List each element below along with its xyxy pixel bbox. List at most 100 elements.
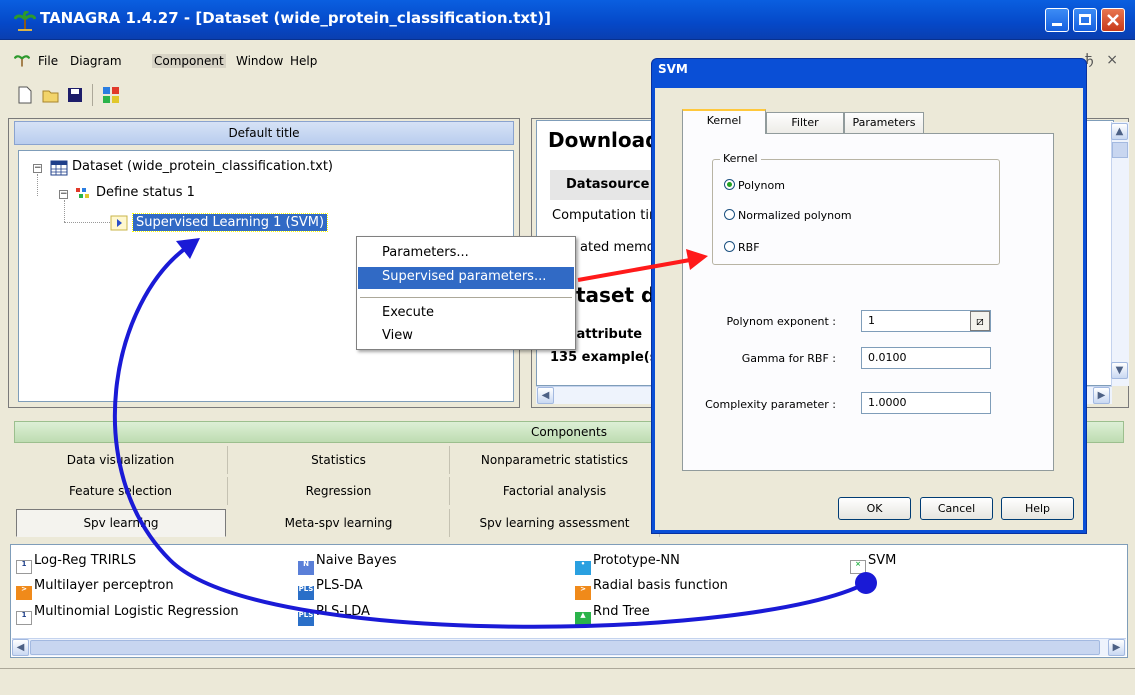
menu-item-execute[interactable]: Execute xyxy=(382,305,434,320)
tab-feature-selection[interactable]: Feature selection xyxy=(14,477,228,505)
network-icon: > xyxy=(16,586,32,600)
scroll-left-button[interactable]: ◀ xyxy=(12,639,29,656)
report-cell: ated memo xyxy=(580,240,655,255)
new-file-icon[interactable] xyxy=(14,84,36,106)
radio-selected-icon xyxy=(724,179,735,190)
component-svm[interactable]: × SVM xyxy=(850,553,896,574)
ok-button[interactable]: OK xyxy=(838,497,911,520)
complexity-label: Complexity parameter : xyxy=(705,398,836,411)
menu-item-parameters[interactable]: Parameters... xyxy=(382,245,469,260)
tab-nonparametric-statistics[interactable]: Nonparametric statistics xyxy=(450,446,660,474)
window-title: TANAGRA 1.4.27 - [Dataset (wide_protein_… xyxy=(40,9,551,27)
table-icon xyxy=(50,160,68,176)
component-prototype-nn[interactable]: • Prototype-NN xyxy=(575,553,680,575)
tab-spv-learning-assessment[interactable]: Spv learning assessment xyxy=(450,509,660,537)
menu-item-view[interactable]: View xyxy=(382,328,413,343)
help-button[interactable]: Help xyxy=(1001,497,1074,520)
scroll-right-button[interactable]: ▶ xyxy=(1093,387,1110,404)
menu-item-supervised-parameters[interactable]: Supervised parameters... xyxy=(382,269,546,284)
tab-statistics[interactable]: Statistics xyxy=(228,446,450,474)
logistic-icon: 1 xyxy=(16,560,32,574)
menu-diagram[interactable]: Diagram xyxy=(70,54,122,68)
report-heading-2: taset d xyxy=(576,283,656,307)
restore-icon xyxy=(1079,14,1091,25)
scroll-thumb[interactable] xyxy=(1112,142,1128,158)
scroll-right-button[interactable]: ▶ xyxy=(1108,639,1125,656)
minimize-button[interactable] xyxy=(1045,8,1069,32)
define-status-icon xyxy=(76,188,89,198)
report-cell: Computation tir xyxy=(552,208,655,223)
radio-normalized-polynom[interactable]: Normalized polynom xyxy=(724,209,852,222)
pls-icon: PLS xyxy=(298,586,314,600)
menu-file[interactable]: File xyxy=(38,54,58,68)
restore-button[interactable] xyxy=(1073,8,1097,32)
collapse-toggle[interactable]: − xyxy=(59,190,68,199)
component-rnd-tree[interactable]: ▲ Rnd Tree xyxy=(575,604,650,626)
component-naive-bayes[interactable]: N Naive Bayes xyxy=(298,553,396,575)
tree-connector xyxy=(64,200,65,222)
execute-diagram-icon[interactable] xyxy=(100,84,122,106)
component-pls-lda[interactable]: PLS PLS-LDA xyxy=(298,604,370,626)
status-bar xyxy=(0,668,1135,695)
tab-factorial-analysis[interactable]: Factorial analysis xyxy=(450,477,660,505)
prototype-icon: • xyxy=(575,561,591,575)
tree-connector xyxy=(64,222,110,223)
radio-polynom[interactable]: Polynom xyxy=(724,179,785,192)
report-attributes: ) attribute xyxy=(566,327,643,342)
close-icon xyxy=(1107,14,1119,26)
radio-icon xyxy=(724,209,735,220)
tab-data-visualization[interactable]: Data visualization xyxy=(14,446,228,474)
tree-icon: ▲ xyxy=(575,612,591,626)
scroll-left-button[interactable]: ◀ xyxy=(537,387,554,404)
menu-help[interactable]: Help xyxy=(290,54,317,68)
open-folder-icon[interactable] xyxy=(40,84,62,106)
component-log-reg-trirls[interactable]: 1 Log-Reg TRIRLS xyxy=(16,553,136,574)
component-multinomial-logistic-regression[interactable]: 1 Multinomial Logistic Regression xyxy=(16,604,239,625)
tree-node-define-status[interactable]: Define status 1 xyxy=(96,185,195,200)
component-pls-da[interactable]: PLS PLS-DA xyxy=(298,578,363,600)
tree-node-dataset[interactable]: Dataset (wide_protein_classification.txt… xyxy=(72,159,333,174)
tree-node-svm[interactable]: Supervised Learning 1 (SVM) xyxy=(131,213,329,232)
component-multilayer-perceptron[interactable]: > Multilayer perceptron xyxy=(16,578,174,600)
scroll-down-button[interactable]: ▼ xyxy=(1111,362,1128,379)
polynom-exponent-label: Polynom exponent : xyxy=(726,315,836,328)
menu-component[interactable]: Component xyxy=(152,54,226,68)
gamma-field[interactable]: 0.0100 xyxy=(861,347,991,369)
report-examples: 135 example(s) xyxy=(550,350,664,365)
tab-kernel[interactable]: Kernel xyxy=(682,109,766,134)
toolbar-separator xyxy=(92,84,93,106)
tab-meta-spv-learning[interactable]: Meta-spv learning xyxy=(228,509,450,537)
supervised-learning-icon xyxy=(110,215,128,231)
collapse-toggle[interactable]: − xyxy=(33,164,42,173)
tree-connector xyxy=(37,174,38,196)
component-radial-basis-function[interactable]: > Radial basis function xyxy=(575,578,728,600)
tab-filter[interactable]: Filter xyxy=(766,112,844,134)
tab-parameters[interactable]: Parameters xyxy=(844,112,924,134)
palm-tree-icon xyxy=(14,55,30,67)
tab-spv-learning[interactable]: Spv learning xyxy=(16,509,226,537)
radio-rbf[interactable]: RBF xyxy=(724,241,760,254)
scroll-up-button[interactable]: ▲ xyxy=(1111,123,1128,140)
report-cell: Datasource p xyxy=(566,177,664,192)
gamma-label: Gamma for RBF : xyxy=(741,352,836,365)
complexity-field[interactable]: 1.0000 xyxy=(861,392,991,414)
stepper-icon[interactable]: ⧄ xyxy=(970,311,990,331)
minimize-icon xyxy=(1052,23,1062,26)
diagram-title: Default title xyxy=(14,121,514,145)
tab-regression[interactable]: Regression xyxy=(228,477,450,505)
radio-icon xyxy=(724,241,735,252)
report-heading: Download xyxy=(548,128,660,152)
kernel-group-label: Kernel xyxy=(720,152,761,165)
close-button[interactable] xyxy=(1101,8,1125,32)
svm-icon: × xyxy=(850,560,866,574)
scroll-thumb[interactable] xyxy=(30,640,1100,655)
palm-tree-icon xyxy=(14,11,36,31)
logistic-icon: 1 xyxy=(16,611,32,625)
report-vertical-scrollbar[interactable] xyxy=(1111,122,1129,386)
mdi-controls[interactable]: ђ × xyxy=(1085,52,1122,68)
save-icon[interactable] xyxy=(64,84,86,106)
menu-window[interactable]: Window xyxy=(236,54,283,68)
network-icon: > xyxy=(575,586,591,600)
naive-bayes-icon: N xyxy=(298,561,314,575)
cancel-button[interactable]: Cancel xyxy=(920,497,993,520)
